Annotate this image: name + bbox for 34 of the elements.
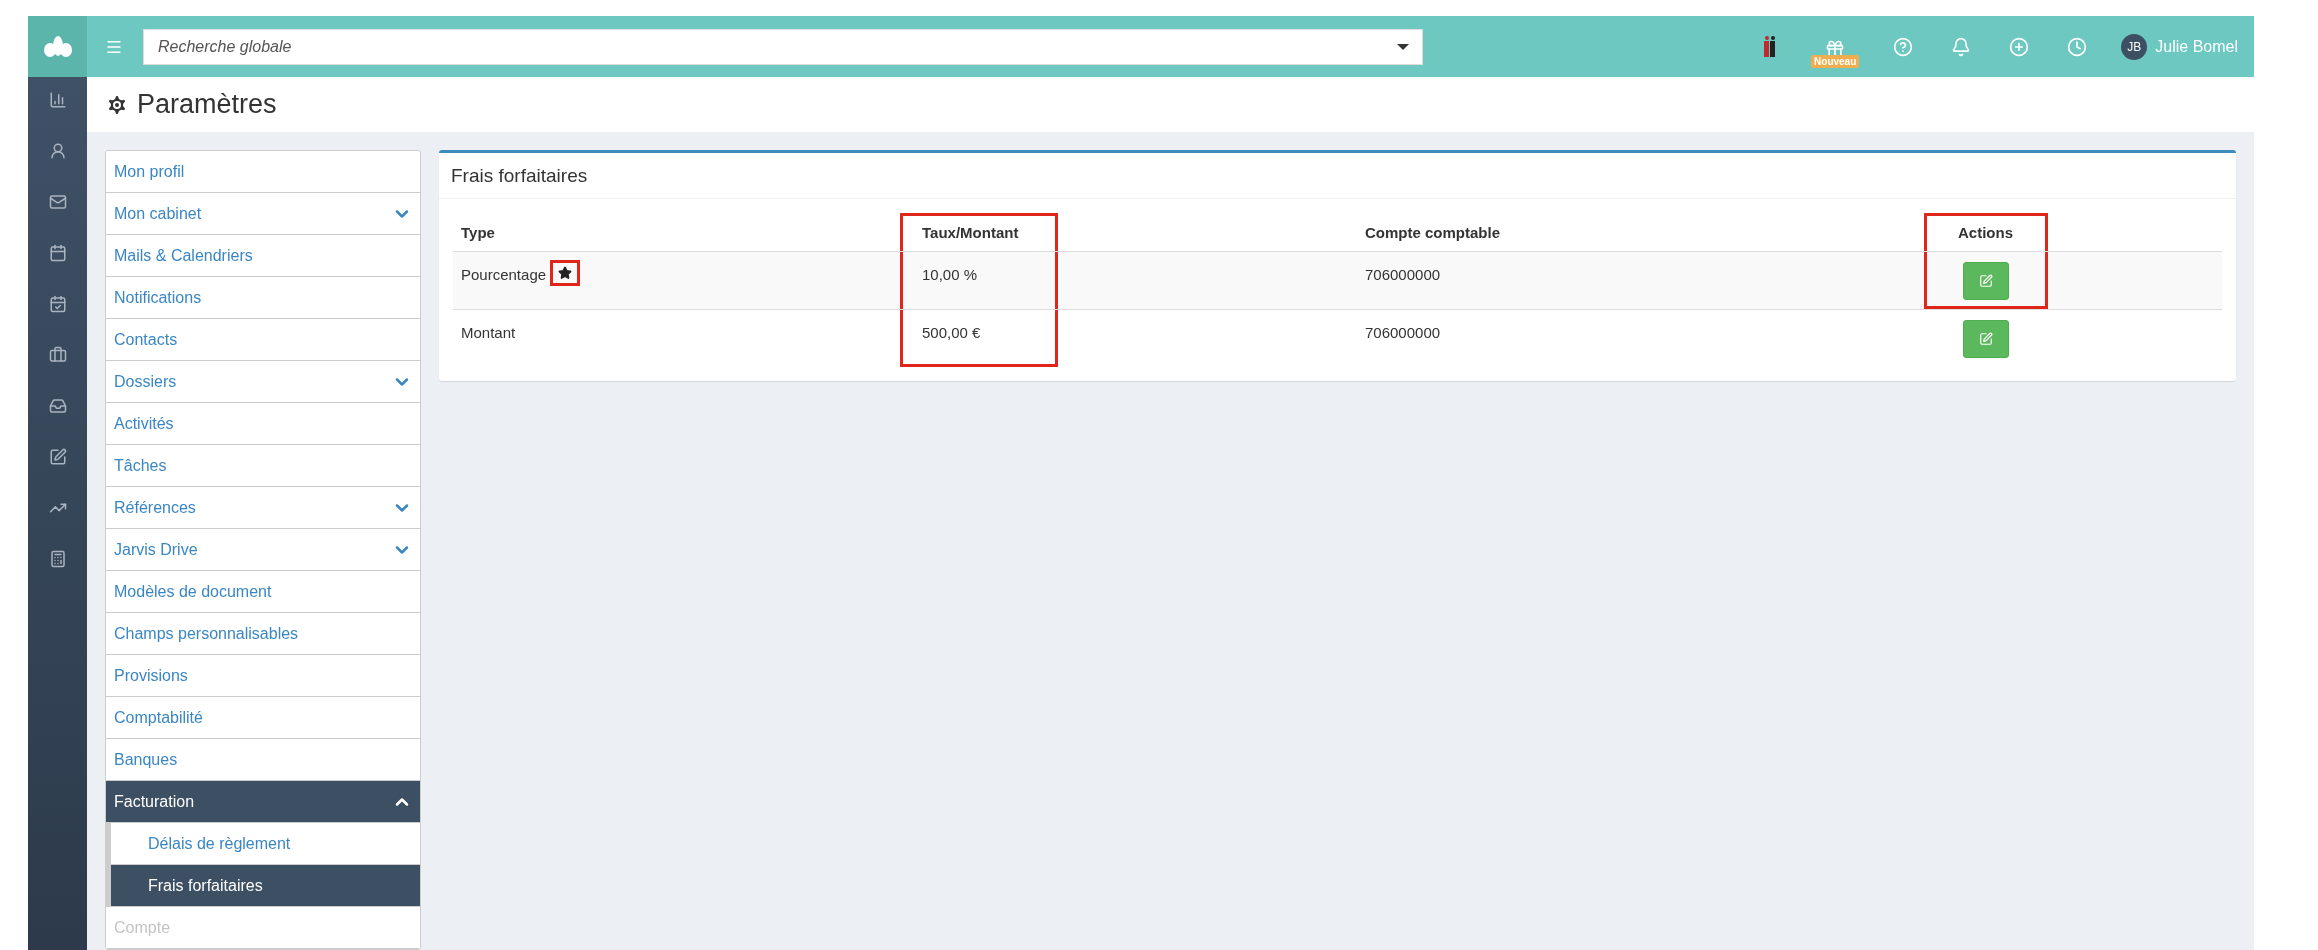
column-header: Actions — [1958, 224, 2013, 241]
menu-item[interactable]: Mon profil — [106, 151, 420, 193]
table-cell: 706000000 — [1365, 266, 1441, 283]
user-icon[interactable] — [48, 142, 67, 160]
column-header: Type — [461, 224, 495, 241]
calendar-icon[interactable] — [48, 244, 67, 262]
page-title: Paramètres — [137, 89, 277, 120]
edit-icon — [1978, 332, 1993, 346]
new-badge: Nouveau — [1811, 55, 1860, 68]
mail-icon[interactable] — [48, 193, 67, 211]
column-header: Taux/Montant — [922, 224, 1019, 241]
calculator-icon[interactable] — [48, 550, 67, 568]
table-cell: 706000000 — [1365, 324, 1441, 341]
briefcase-icon[interactable] — [48, 346, 67, 364]
edit-button[interactable] — [1962, 320, 2009, 358]
caret-icon — [1397, 43, 1409, 50]
column-header: Compte comptable — [1365, 224, 1500, 241]
edit-icon[interactable] — [48, 448, 67, 466]
menu-item[interactable]: Facturation — [106, 781, 420, 823]
edit-icon — [1978, 274, 1993, 288]
table-cell: 500,00 € — [922, 324, 981, 341]
edit-button[interactable] — [1962, 262, 2009, 300]
logo-icon — [42, 35, 73, 58]
panel-title: Frais forfaitaires — [439, 153, 2236, 199]
bar-chart-icon[interactable] — [48, 91, 67, 109]
calendar-check-icon[interactable] — [48, 295, 67, 313]
tray-icon[interactable] — [48, 397, 67, 415]
user-avatar[interactable]: JB — [2121, 33, 2148, 60]
submenu-item[interactable]: Frais forfaitaires — [106, 865, 420, 907]
submenu-item[interactable]: Délais de règlement — [106, 823, 420, 865]
table-cell: Montant — [461, 324, 516, 341]
table-cell: Pourcentage — [461, 266, 547, 283]
search-field[interactable]: Recherche globale — [143, 28, 1423, 65]
table-cell: 10,00 % — [922, 266, 978, 283]
